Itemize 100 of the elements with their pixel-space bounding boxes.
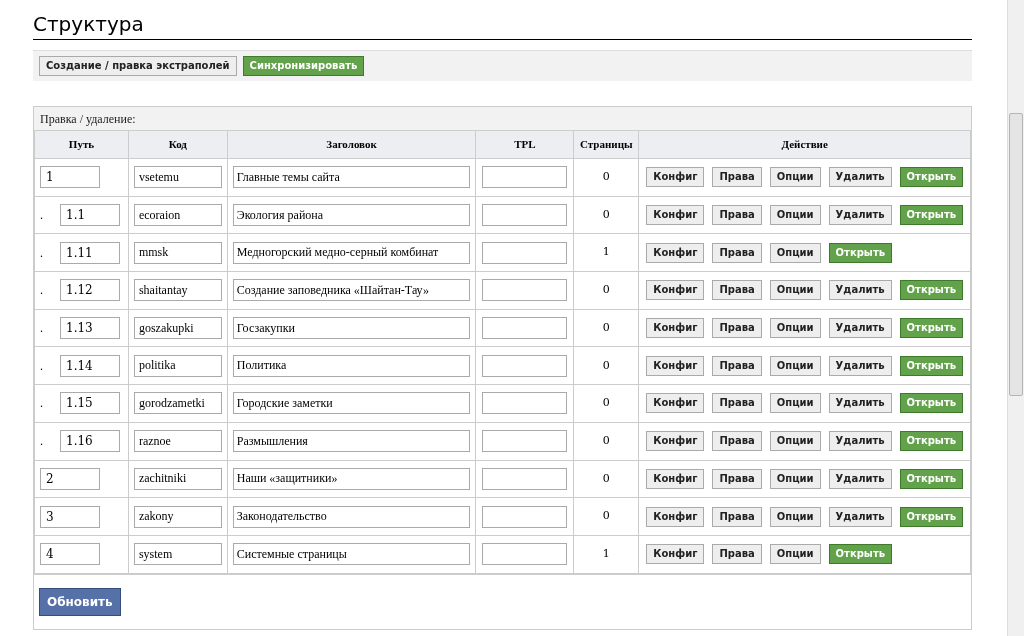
tpl-field[interactable] — [482, 543, 568, 566]
tpl-field[interactable] — [482, 279, 568, 302]
pages-count: 0 — [573, 196, 639, 234]
action-button[interactable]: Конфиг — [646, 393, 705, 414]
action-button[interactable]: Опции — [769, 280, 821, 301]
action-button[interactable]: Опции — [769, 393, 821, 414]
code-field[interactable]: vsetemu — [133, 166, 222, 189]
column-header: Заголовок — [227, 130, 476, 159]
tpl-field[interactable] — [482, 430, 568, 453]
code-field[interactable]: system — [133, 543, 222, 566]
action-button[interactable]: Права — [712, 280, 762, 301]
title-field[interactable]: Наши «защитники» — [232, 467, 471, 490]
code-field[interactable]: zachitniki — [133, 467, 222, 490]
title-field[interactable]: Медногорский медно-серный комбинат — [232, 241, 471, 264]
extra-fields-button[interactable]: Создание / правка экстраполей — [39, 56, 237, 76]
pages-count: 1 — [573, 233, 639, 272]
column-header: Страницы — [573, 130, 639, 159]
path-field[interactable]: 1.12 — [60, 279, 120, 302]
tpl-field[interactable] — [482, 317, 568, 340]
action-button[interactable]: Права — [712, 355, 762, 376]
action-button[interactable]: Конфиг — [646, 280, 705, 301]
action-button[interactable]: Удалить — [828, 280, 892, 301]
code-field[interactable]: shaitantay — [133, 279, 222, 302]
action-button[interactable]: Права — [712, 242, 762, 263]
tpl-field[interactable] — [482, 204, 568, 227]
path-field[interactable]: 1 — [40, 166, 100, 189]
action-button[interactable]: Удалить — [828, 468, 892, 489]
code-field[interactable]: raznoe — [133, 430, 222, 453]
action-button[interactable]: Удалить — [828, 205, 892, 226]
title-field[interactable]: Городские заметки — [232, 392, 471, 415]
action-button[interactable]: Опции — [769, 431, 821, 452]
path-field[interactable]: 1.15 — [60, 392, 120, 415]
path-field[interactable]: 1.16 — [60, 430, 120, 453]
scrollbar-thumb[interactable] — [1009, 113, 1023, 396]
title-field[interactable]: Системные страницы — [232, 543, 471, 566]
action-button[interactable]: Опции — [769, 355, 821, 376]
action-button[interactable]: Удалить — [828, 431, 892, 452]
tpl-field[interactable] — [482, 505, 568, 528]
path-field[interactable]: 3 — [40, 505, 100, 528]
title-field[interactable]: Экология района — [232, 204, 471, 227]
code-field[interactable]: gorodzametki — [133, 392, 222, 415]
indent-marker: . — [40, 357, 44, 375]
action-button[interactable]: Опции — [769, 318, 821, 339]
tpl-field[interactable] — [482, 166, 568, 189]
action-button[interactable]: Конфиг — [646, 318, 705, 339]
tpl-field[interactable] — [482, 392, 568, 415]
code-field[interactable]: mmsk — [133, 241, 222, 264]
action-button[interactable]: Опции — [769, 468, 821, 489]
update-button[interactable]: Обновить — [39, 587, 121, 616]
action-button[interactable]: Конфиг — [646, 355, 705, 376]
action-button[interactable]: Конфиг — [646, 242, 705, 263]
tpl-field[interactable] — [482, 467, 568, 490]
title-field[interactable]: Политика — [232, 354, 471, 377]
path-field[interactable]: 4 — [40, 543, 100, 566]
action-button[interactable]: Удалить — [828, 318, 892, 339]
pages-count: 0 — [573, 497, 639, 536]
action-button[interactable]: Опции — [769, 242, 821, 263]
column-header: Путь — [34, 130, 129, 159]
action-button[interactable]: Права — [712, 544, 762, 565]
action-button[interactable]: Опции — [769, 506, 821, 527]
tpl-field[interactable] — [482, 354, 568, 377]
title-field[interactable]: Размышления — [232, 430, 471, 453]
path-field[interactable]: 2 — [40, 467, 100, 490]
action-button[interactable]: Опции — [769, 205, 821, 226]
action-button[interactable]: Опции — [769, 167, 821, 188]
title-field[interactable]: Главные темы сайта — [232, 166, 471, 189]
action-button[interactable]: Конфиг — [646, 431, 705, 452]
title-field[interactable]: Законодательство — [232, 505, 471, 528]
path-field[interactable]: 1.1 — [60, 204, 120, 227]
action-button[interactable]: Конфиг — [646, 544, 705, 565]
action-button[interactable]: Права — [712, 468, 762, 489]
title-field[interactable]: Госзакупки — [232, 317, 471, 340]
action-button[interactable]: Удалить — [828, 167, 892, 188]
action-button[interactable]: Конфиг — [646, 205, 705, 226]
code-field[interactable]: politika — [133, 354, 222, 377]
action-button[interactable]: Права — [712, 506, 762, 527]
action-button[interactable]: Удалить — [828, 506, 892, 527]
action-button[interactable]: Права — [712, 167, 762, 188]
action-button[interactable]: Права — [712, 431, 762, 452]
scrollbar[interactable] — [1007, 0, 1024, 636]
title-field[interactable]: Создание заповедника «Шайтан-Тау» — [232, 279, 471, 302]
action-button[interactable]: Права — [712, 205, 762, 226]
action-button[interactable]: Удалить — [828, 355, 892, 376]
action-button[interactable]: Права — [712, 318, 762, 339]
pages-count: 1 — [573, 535, 639, 574]
action-button[interactable]: Конфиг — [646, 167, 705, 188]
tpl-field[interactable] — [482, 241, 568, 264]
action-button[interactable]: Опции — [769, 544, 821, 565]
path-field[interactable]: 1.13 — [60, 317, 120, 340]
action-button[interactable]: Права — [712, 393, 762, 414]
action-button[interactable]: Конфиг — [646, 468, 705, 489]
code-field[interactable]: zakony — [133, 505, 222, 528]
path-field[interactable]: 1.14 — [60, 354, 120, 377]
path-field[interactable]: 1.11 — [60, 241, 120, 264]
action-button[interactable]: Конфиг — [646, 506, 705, 527]
code-field[interactable]: ecoraion — [133, 204, 222, 227]
code-field[interactable]: goszakupki — [133, 317, 222, 340]
pages-count: 0 — [573, 460, 639, 498]
pages-count: 0 — [573, 422, 639, 460]
action-button[interactable]: Удалить — [828, 393, 892, 414]
